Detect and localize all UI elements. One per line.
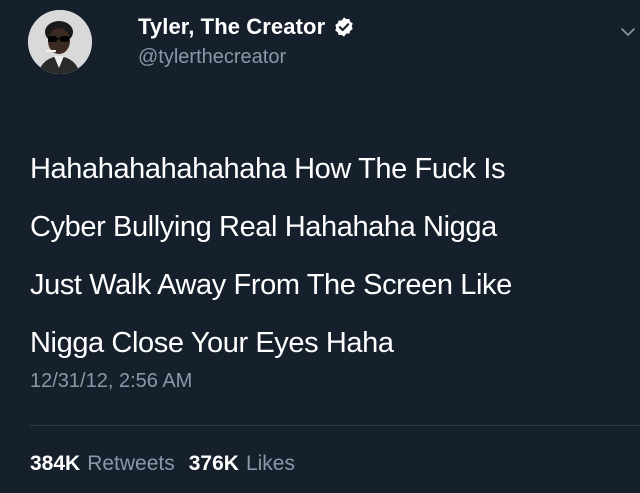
- tweet-timestamp[interactable]: 12/31/12, 2:56 AM: [30, 370, 192, 393]
- author-name-row[interactable]: Tyler, The Creator: [138, 12, 355, 42]
- divider: [30, 425, 640, 426]
- likes-stat[interactable]: 376K Likes: [189, 452, 295, 476]
- tweet-text: Hahahahahahahaha How The Fuck Is Cyber B…: [30, 153, 512, 359]
- profile-photo-icon: [28, 10, 92, 74]
- verified-badge-icon: [333, 16, 355, 38]
- retweets-stat[interactable]: 384K Retweets: [30, 452, 175, 476]
- author-avatar[interactable]: [28, 10, 92, 74]
- likes-label: Likes: [245, 452, 295, 475]
- likes-count: 376K: [188, 452, 239, 475]
- tweet-card: Tyler, The Creator @tylerthecreator Haha…: [0, 0, 640, 493]
- author-display-name[interactable]: Tyler, The Creator: [138, 14, 325, 40]
- retweets-count: 384K: [30, 452, 81, 475]
- author-handle[interactable]: @tylerthecreator: [138, 46, 286, 69]
- tweet-stats: 384K Retweets 376K Likes: [30, 452, 295, 476]
- chevron-down-icon[interactable]: [620, 24, 636, 40]
- retweets-label: Retweets: [87, 452, 175, 475]
